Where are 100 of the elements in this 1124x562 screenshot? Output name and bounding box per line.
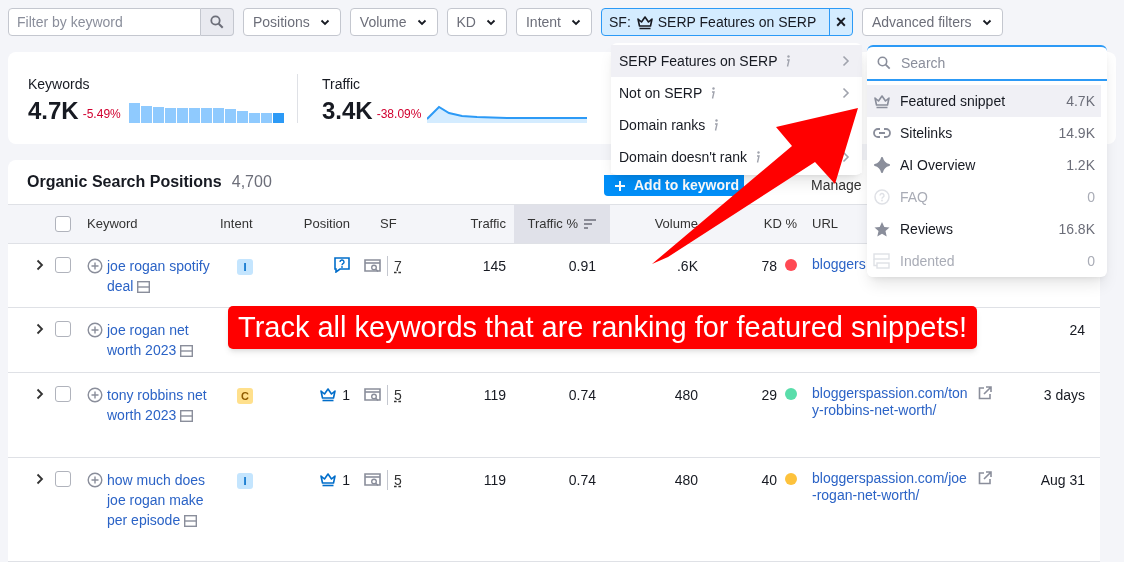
table-title: Organic Search Positions [27,172,222,192]
volume-value: 480 [674,386,698,405]
add-circle-icon [87,258,103,274]
url-link[interactable]: bloggerspassion.com/tony-robbins-net-worth/ [812,385,968,419]
keyword-link[interactable]: how much does joe rogan make per episode [107,470,219,530]
traffic-share: 0.74 [567,386,597,405]
updated-date: Aug 31 [1040,471,1085,490]
sort-icon [584,219,596,229]
indented-icon [873,253,891,269]
keyword-link[interactable]: joe rogan spotify deal [107,256,219,296]
filter-dropdown[interactable]: Positions [243,8,341,36]
chevron-right-icon [842,87,850,99]
column-header[interactable]: Position [303,214,350,234]
column-header[interactable]: Traffic [470,214,506,234]
row-checkbox[interactable] [55,257,71,273]
search-button[interactable] [201,8,234,36]
traffic-value: 119 [482,386,507,405]
filter-prefix: SF: [609,12,631,32]
position-value: 1 [342,386,350,405]
chevron-right-icon [842,151,850,163]
result-count: 4,700 [231,172,272,192]
filter-label: SERP Features on SERP [657,12,817,32]
intent-badge: I [237,259,253,276]
column-header[interactable]: Volume [654,214,698,234]
column-header[interactable]: Keyword [87,214,138,234]
chevron-right-icon [842,55,850,67]
link-icon [873,125,891,141]
crown-icon [873,93,891,109]
info-icon [754,151,761,163]
filter-dropdown[interactable]: Advanced filters [862,8,1003,36]
serp-snapshot-icon [184,515,198,528]
column-header[interactable]: KD % [763,214,797,234]
traffic-share: 0.74 [567,471,597,490]
annotation-callout: Track all keywords that are ranking for featured snippets! [228,306,978,349]
row-checkbox[interactable] [55,471,71,487]
serp-feature-option: Indented 0 [867,245,1101,277]
expand-chevron-icon [36,388,44,400]
column-header[interactable]: URL [812,214,838,234]
info-icon [710,87,717,99]
menu-item[interactable]: Not on SERP [611,77,862,109]
intent-badge: I [237,473,253,490]
expand-chevron-icon [36,473,44,485]
external-link-icon [978,471,992,485]
metric-label: Keywords [28,74,91,94]
keyword-filter-field[interactable]: Filter by keyword [8,8,201,36]
metric-label: Traffic [322,74,362,94]
serp-preview-icon [364,258,381,273]
intent-badge: C [237,388,253,405]
kd-value: 78 [761,257,777,276]
search-icon [877,56,891,70]
metric-change: -5.49% [82,105,121,123]
url-link[interactable]: bloggers [812,256,866,273]
expand-chevron-icon [36,259,44,271]
expand-chevron-icon [36,323,44,335]
column-header[interactable]: SF [380,214,397,234]
external-link-icon [978,386,992,400]
search-icon [210,15,224,29]
select-all-checkbox[interactable] [55,216,71,232]
crown-icon [635,14,653,30]
feature-search-field[interactable]: Search [901,50,1097,76]
info-icon [785,55,792,67]
column-header[interactable]: Intent [220,214,253,234]
serp-snapshot-icon [180,345,194,358]
updated-date: 24 [1069,321,1085,340]
remove-filter-button[interactable]: × [829,9,852,35]
serp-feature-option[interactable]: Featured snippet 4.7K [867,85,1101,117]
volume-value: 480 [674,471,698,490]
add-circle-icon [87,387,103,403]
faq-position-icon [334,257,350,273]
sparkle-icon [873,157,891,173]
serp-features-count[interactable]: 5 [394,470,402,491]
filter-dropdown[interactable]: Volume [349,8,438,36]
active-filter-chip[interactable]: SF: SERP Features on SERP [602,9,829,35]
filter-dropdown[interactable]: Intent [515,8,592,36]
filter-dropdown[interactable]: KD [446,8,507,36]
question-icon [873,189,891,205]
metric-value: 3.4K [322,98,373,123]
keyword-link[interactable]: joe rogan net worth 2023 [107,320,219,360]
serp-features-count[interactable]: 7 [394,256,402,277]
menu-item[interactable]: SERP Features on SERP [611,45,862,77]
traffic-value: 119 [482,471,507,490]
add-circle-icon [87,322,103,338]
volume-value: .6K [677,257,698,276]
star-icon [873,221,891,237]
row-checkbox[interactable] [55,321,71,337]
position-value: 1 [342,471,350,490]
crown-icon [319,386,337,402]
traffic-share: 0.91 [567,257,597,276]
serp-preview-icon [364,472,381,487]
row-checkbox[interactable] [55,386,71,402]
url-link[interactable]: bloggerspassion.com/joe-rogan-net-worth/ [812,470,968,504]
metric-change: -38.09% [376,105,422,123]
traffic-value: 145 [481,257,507,276]
info-icon [713,119,720,131]
kd-value: 29 [761,386,777,405]
keyword-link[interactable]: tony robbins net worth 2023 [107,385,219,425]
serp-features-count[interactable]: 5 [394,385,402,406]
crown-icon [319,471,337,487]
kd-value: 40 [761,471,777,490]
add-circle-icon [87,472,103,488]
